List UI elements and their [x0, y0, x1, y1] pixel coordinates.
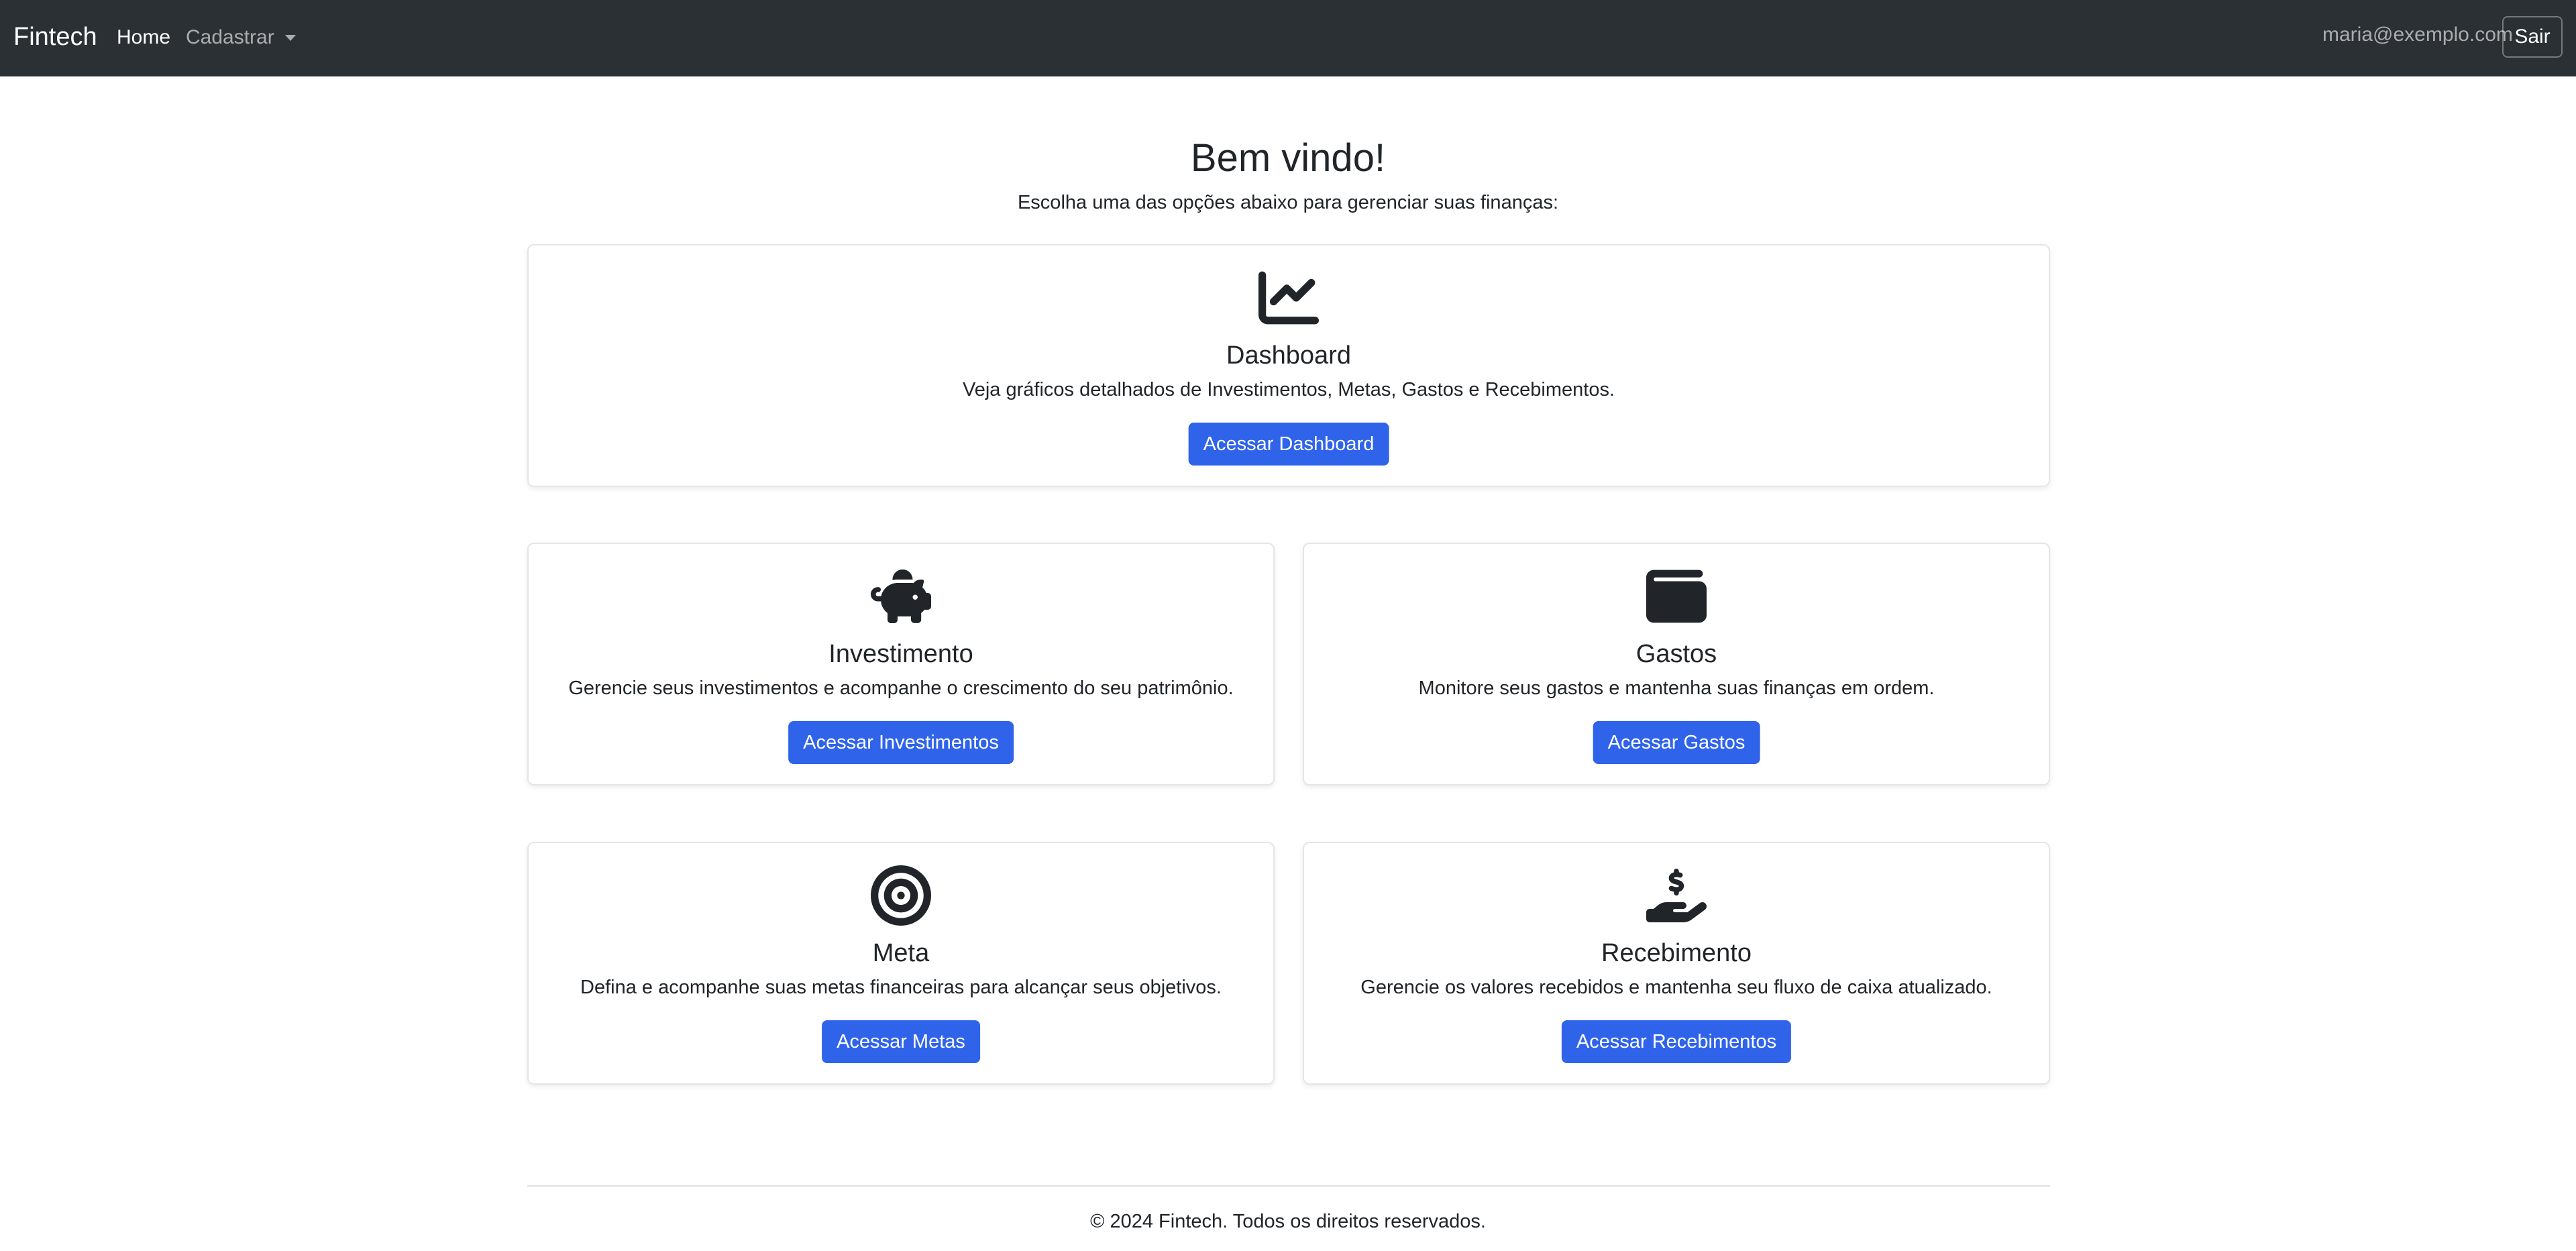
page-subtitle: Escolha uma das opções abaixo para geren…: [1017, 192, 1559, 213]
target-icon: [869, 863, 933, 928]
access-recebimentos-button[interactable]: Acessar Recebimentos: [1561, 1020, 1792, 1063]
brand-link[interactable]: Fintech: [13, 19, 97, 54]
access-metas-button[interactable]: Acessar Metas: [822, 1020, 980, 1063]
nav-cadastrar-dropdown[interactable]: Cadastrar: [186, 23, 296, 52]
investimento-card-text: Gerencie seus investimentos e acompanhe …: [568, 677, 1234, 699]
gastos-card: Gastos Monitore seus gastos e mantenha s…: [1303, 543, 2050, 785]
dashboard-card-text: Veja gráficos detalhados de Investimento…: [962, 379, 1615, 400]
access-gastos-button[interactable]: Acessar Gastos: [1593, 721, 1760, 764]
nav-cadastrar-label: Cadastrar: [186, 26, 274, 48]
caret-down-icon: [284, 34, 296, 41]
meta-card-text: Defina e acompanhe suas metas financeira…: [580, 977, 1222, 998]
chart-line-icon: [1256, 266, 1321, 330]
access-dashboard-button[interactable]: Acessar Dashboard: [1188, 423, 1389, 466]
wallet-icon: [1644, 564, 1709, 629]
hand-dollar-icon: [1644, 863, 1709, 928]
footer-copyright: © 2024 Fintech. Todos os direitos reserv…: [1090, 1211, 1486, 1232]
logout-button[interactable]: Sair: [2502, 16, 2563, 58]
nav-home-link[interactable]: Home: [117, 23, 170, 52]
dashboard-card-title: Dashboard: [1226, 341, 1351, 370]
recebimento-card-title: Recebimento: [1601, 939, 1752, 967]
user-email: maria@exemplo.com: [2322, 23, 2513, 46]
piggy-bank-icon: [869, 564, 933, 629]
gastos-card-title: Gastos: [1635, 640, 1717, 668]
recebimento-card-text: Gerencie os valores recebidos e mantenha…: [1360, 977, 1992, 998]
gastos-card-text: Monitore seus gastos e mantenha suas fin…: [1418, 677, 1935, 699]
dashboard-card: Dashboard Veja gráficos detalhados de In…: [527, 244, 2050, 487]
access-investimentos-button[interactable]: Acessar Investimentos: [788, 721, 1014, 764]
investimento-card-title: Investimento: [828, 640, 973, 668]
meta-card-title: Meta: [872, 939, 930, 967]
meta-card: Meta Defina e acompanhe suas metas finan…: [527, 842, 1275, 1085]
top-navbar: Fintech Home Cadastrar maria@exemplo.com…: [0, 0, 2576, 76]
footer-divider: [527, 1185, 2050, 1187]
page-title: Bem vindo!: [1190, 136, 1386, 180]
recebimento-card: Recebimento Gerencie os valores recebido…: [1303, 842, 2050, 1085]
investimento-card: Investimento Gerencie seus investimentos…: [527, 543, 1275, 785]
